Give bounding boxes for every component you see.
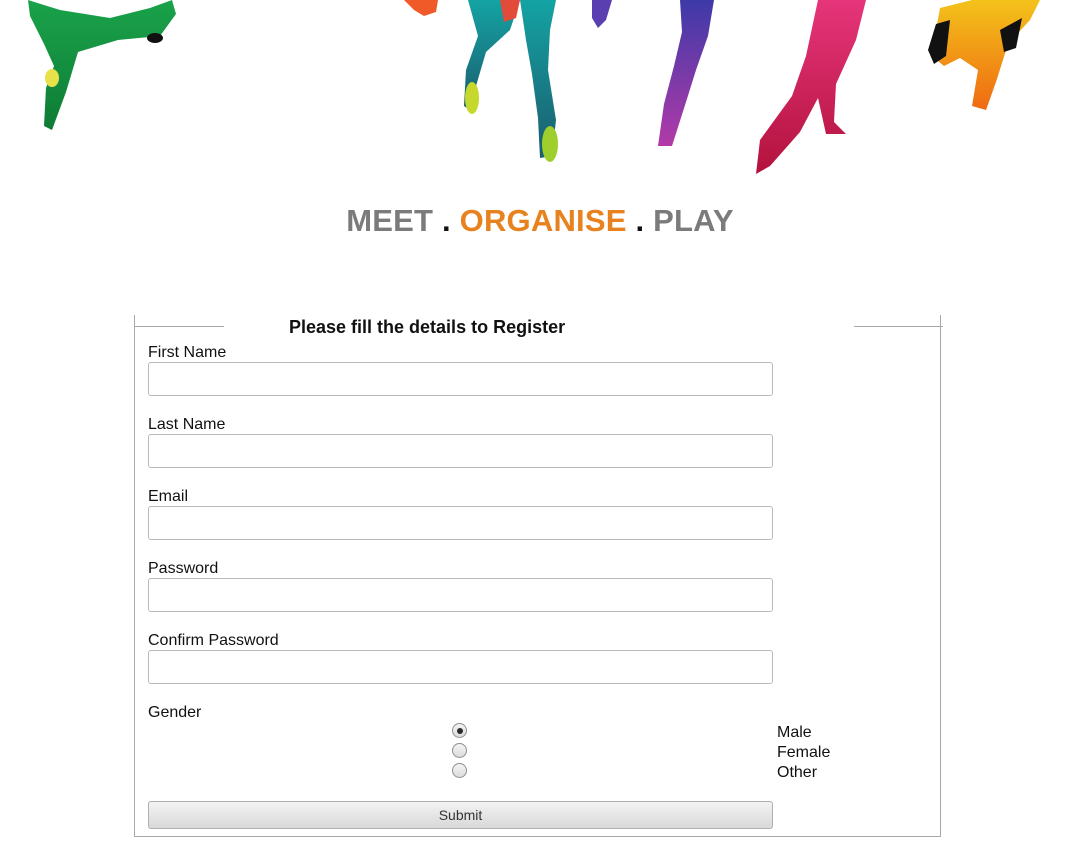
tagline: MEET . ORGANISE . PLAY [0,203,1074,239]
first-name-label: First Name [148,344,227,361]
form-border [854,326,943,327]
tagline-separator: . [433,203,460,238]
gender-option-label: Male [777,724,812,741]
gender-option-label: Female [777,744,831,761]
registration-page: MEET . ORGANISE . PLAY Please fill the d… [0,0,1074,841]
form-legend: Please fill the details to Register [289,317,566,337]
tagline-meet: MEET [346,203,434,238]
password-field[interactable] [148,578,773,612]
confirm-password-field[interactable] [148,650,773,684]
gender-label: Gender [148,704,202,721]
last-name-field[interactable] [148,434,773,468]
email-label: Email [148,488,189,505]
confirm-password-label: Confirm Password [148,632,279,649]
first-name-field[interactable] [148,362,773,396]
tagline-separator: . [626,203,654,238]
password-label: Password [148,560,219,577]
gender-radio-other[interactable] [452,763,467,778]
form-border [134,326,224,327]
gender-radio-female[interactable] [452,743,467,758]
tagline-play: PLAY [653,203,734,238]
submit-button[interactable]: Submit [148,801,773,829]
runners-illustration-icon [28,0,1040,174]
last-name-label: Last Name [148,416,226,433]
email-field[interactable] [148,506,773,540]
gender-option-label: Other [777,764,818,781]
gender-radio-male[interactable] [452,723,467,738]
tagline-organise: ORGANISE [459,203,627,238]
